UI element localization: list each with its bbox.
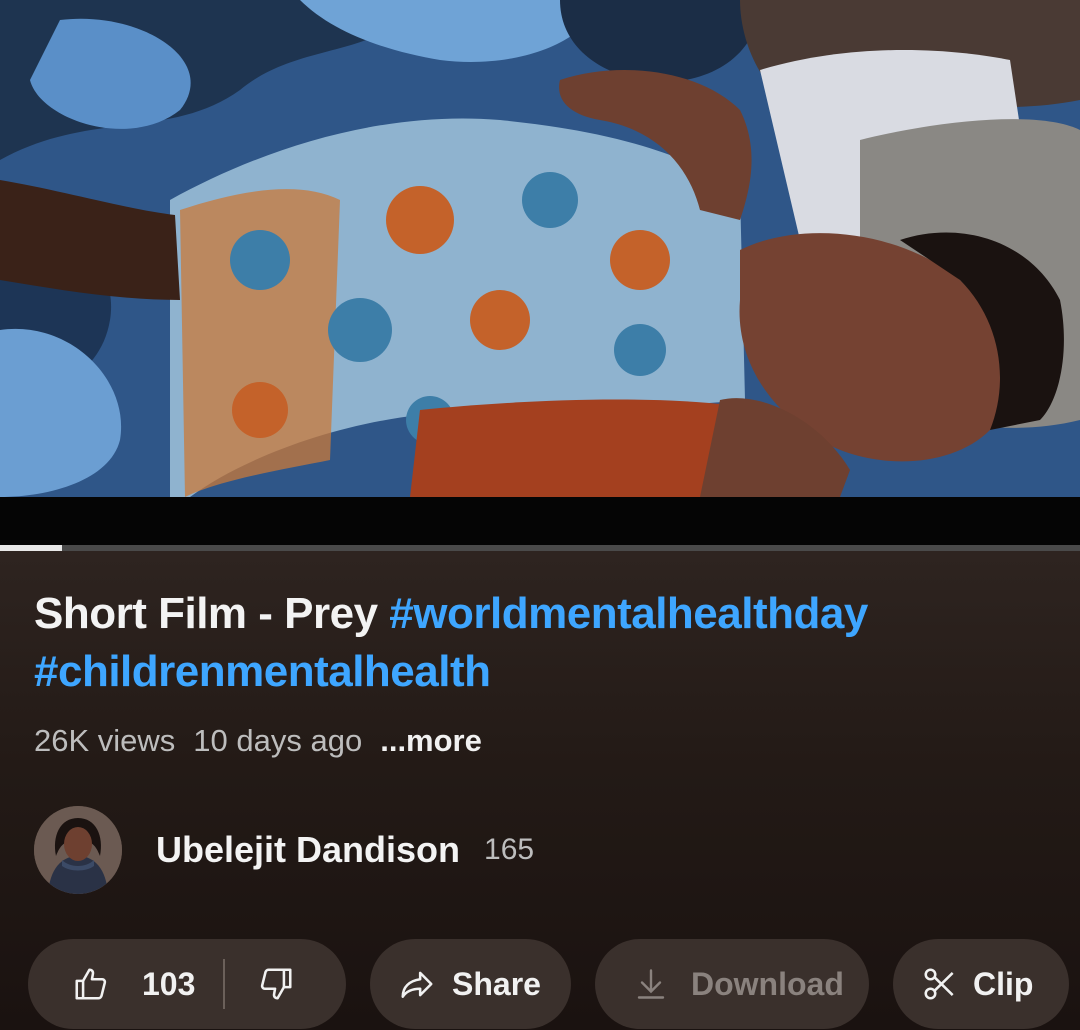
video-title[interactable]: Short Film - Prey #worldmentalhealthday …: [34, 585, 1054, 701]
avatar-image: [34, 806, 122, 894]
share-label: Share: [452, 965, 541, 1002]
download-icon: [637, 969, 665, 999]
video-letterbox: [0, 497, 1080, 547]
action-bar: 103 Share Download Clip: [28, 939, 1069, 1029]
video-info-panel: Short Film - Prey #worldmentalhealthday …: [0, 551, 1080, 1030]
like-count[interactable]: 103: [142, 966, 195, 1003]
video-meta[interactable]: 26K views 10 days ago ...more: [34, 723, 482, 759]
hashtag-link[interactable]: #childrenmentalhealth: [34, 647, 491, 696]
channel-name[interactable]: Ubelejit Dandison: [156, 829, 460, 871]
scissors-icon: [924, 968, 954, 1000]
more-link[interactable]: ...more: [380, 723, 482, 759]
share-button[interactable]: Share: [370, 939, 571, 1029]
download-label: Download: [691, 965, 844, 1002]
upload-age: 10 days ago: [193, 723, 363, 758]
clip-button[interactable]: Clip: [893, 939, 1069, 1029]
video-frame-image: [0, 0, 1080, 497]
like-dislike-group: 103: [28, 939, 346, 1029]
download-button[interactable]: Download: [595, 939, 869, 1029]
subscriber-count: 165: [484, 833, 535, 866]
channel-avatar[interactable]: [34, 806, 122, 894]
view-count: 26K views: [34, 723, 176, 758]
clip-label: Clip: [973, 965, 1034, 1002]
like-divider: [223, 959, 226, 1009]
video-title-text: Short Film - Prey: [34, 589, 390, 638]
share-arrow-icon: [401, 971, 433, 998]
hashtag-link[interactable]: #worldmentalhealthday: [389, 589, 868, 638]
thumbs-up-icon[interactable]: [72, 965, 110, 1003]
video-player[interactable]: [0, 0, 1080, 497]
channel-row[interactable]: Ubelejit Dandison 165: [34, 805, 534, 895]
thumbs-down-icon[interactable]: [257, 965, 295, 1003]
